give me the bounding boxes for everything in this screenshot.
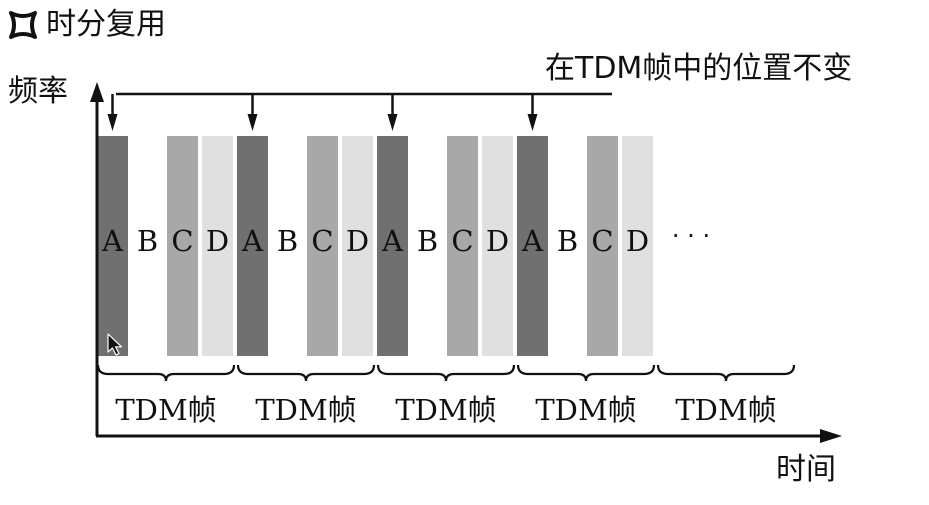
frame-brace: [516, 364, 656, 382]
frame-label: TDM帧: [395, 393, 496, 427]
time-slot-label: A: [381, 224, 404, 258]
time-slot-c: C: [307, 136, 338, 356]
time-slot-label: B: [417, 224, 438, 258]
frame-label: TDM帧: [255, 393, 356, 427]
time-slot-label: A: [241, 224, 264, 258]
frame-braces: TDM帧 TDM帧 TDM帧 TDM帧 TDM帧: [96, 364, 796, 427]
time-slot-label: A: [521, 224, 544, 258]
time-slot-label: B: [137, 224, 158, 258]
down-arrow-icon: [107, 94, 118, 131]
time-slot-label: D: [346, 224, 369, 258]
time-slot-a: A: [237, 136, 268, 356]
time-slot-label: D: [486, 224, 509, 258]
down-arrow-icon: [387, 94, 398, 131]
time-slot-d: D: [622, 136, 653, 356]
tdm-frame: TDM帧: [376, 364, 516, 427]
time-slot-c: C: [587, 136, 618, 356]
time-slot-label: B: [277, 224, 298, 258]
frame-label: TDM帧: [675, 393, 776, 427]
time-slot-label: C: [311, 224, 333, 258]
time-slot-label: C: [171, 224, 193, 258]
pointer-arrows: [107, 92, 612, 131]
time-slot-d: D: [202, 136, 233, 356]
time-slot-a: A: [517, 136, 548, 356]
frame-label: TDM帧: [535, 393, 636, 427]
time-slot-a: A: [97, 136, 128, 356]
time-slot-label: A: [101, 224, 124, 258]
down-arrow-icon: [247, 94, 258, 131]
time-slot-label: D: [206, 224, 229, 258]
time-slot-label: C: [451, 224, 473, 258]
time-slot-b: B: [137, 224, 158, 258]
time-slot-d: D: [342, 136, 373, 356]
tdm-frame: TDM帧: [656, 364, 796, 427]
tdm-frame: TDM帧: [236, 364, 376, 427]
time-slot-label: D: [626, 224, 649, 258]
frame-brace: [656, 364, 796, 382]
time-slot-layer: ABCDABCDABCDABCD: [97, 136, 653, 356]
time-slot-a: A: [377, 136, 408, 356]
frame-brace: [376, 364, 516, 382]
tdm-frame: TDM帧: [96, 364, 236, 427]
time-slot-c: C: [167, 136, 198, 356]
y-axis-arrowhead: [90, 82, 104, 102]
frame-brace: [96, 364, 236, 382]
time-slot-b: B: [417, 224, 438, 258]
time-slot-d: D: [482, 136, 513, 356]
time-slot-c: C: [447, 136, 478, 356]
time-slot-label: B: [557, 224, 578, 258]
down-arrow-icon: [527, 94, 538, 131]
tdm-frame: TDM帧: [516, 364, 656, 427]
tdm-diagram: ABCDABCDABCDABCD TDM帧 TDM帧 TDM帧 TDM帧 TDM帧 · …: [90, 82, 842, 443]
mouse-pointer-icon: [107, 333, 123, 356]
x-axis-arrowhead: [820, 429, 842, 443]
time-slot-label: C: [591, 224, 613, 258]
ellipsis: · · ·: [672, 222, 710, 250]
time-slot-b: B: [277, 224, 298, 258]
frame-brace: [236, 364, 376, 382]
frame-label: TDM帧: [115, 393, 216, 427]
time-slot-b: B: [557, 224, 578, 258]
